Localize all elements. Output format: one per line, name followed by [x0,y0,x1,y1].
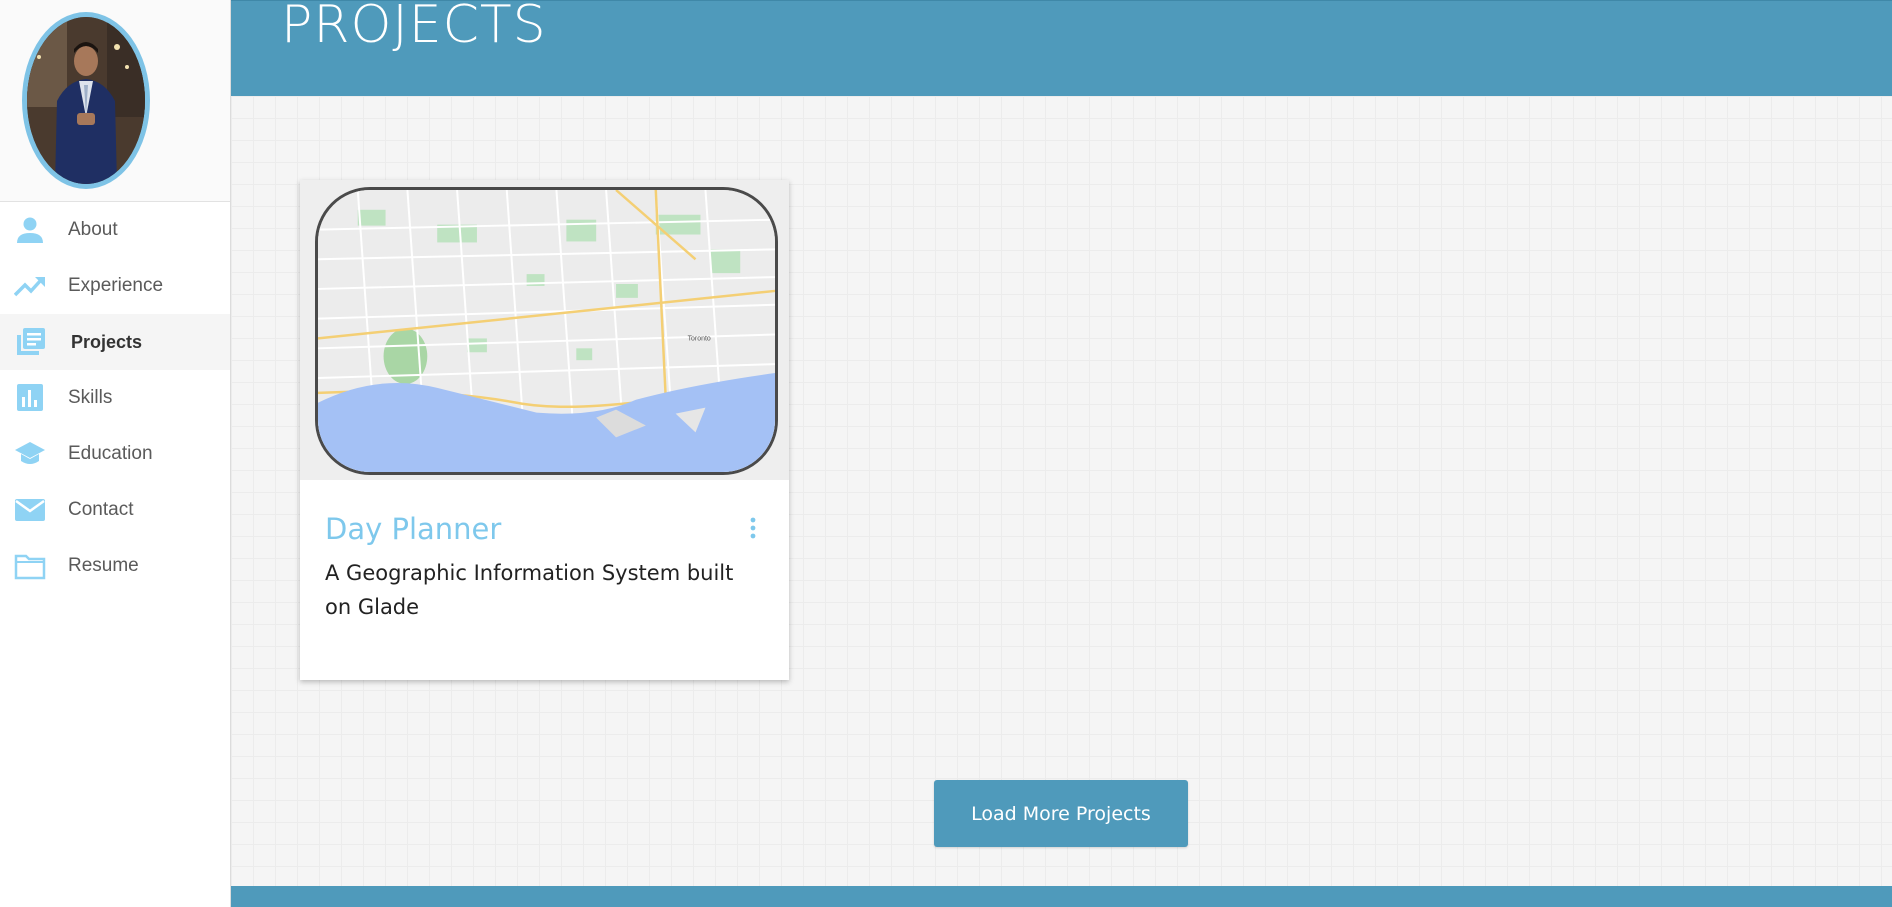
page-header: PROJECTS [231,0,1892,96]
projects-content: Toronto Day Planner A Geographic Informa… [231,96,1892,886]
sidebar-item-contact[interactable]: Contact [0,482,230,538]
project-map-image: Toronto [315,187,778,475]
sidebar-item-experience[interactable]: Experience [0,258,230,314]
page-footer [231,886,1892,907]
library-books-icon [14,327,46,357]
map-city-label: Toronto [688,335,711,342]
sidebar-item-label: About [68,219,118,240]
project-description: A Geographic Information System built on… [325,561,734,619]
trending-up-icon [14,271,46,301]
profile-section [0,0,230,202]
bar-chart-icon [14,383,46,413]
mail-icon [14,495,46,525]
sidebar-item-resume[interactable]: Resume [0,538,230,594]
sidebar-item-about[interactable]: About [0,202,230,258]
sidebar-item-label: Resume [68,555,139,576]
avatar [22,12,150,189]
sidebar-item-education[interactable]: Education [0,426,230,482]
sidebar-item-label: Contact [68,499,134,520]
sidebar-item-projects[interactable]: Projects [0,314,230,370]
project-image-area: Toronto [300,180,789,480]
project-title[interactable]: Day Planner [325,512,501,546]
sidebar-nav: About Experience Projects Skills Educati… [0,202,230,594]
sidebar-item-label: Projects [71,331,143,352]
sidebar-item-label: Skills [68,387,113,408]
load-more-projects-button[interactable]: Load More Projects [934,780,1188,847]
person-icon [14,215,46,245]
folder-icon [14,551,46,581]
school-icon [14,439,46,469]
sidebar-item-label: Experience [68,275,164,296]
sidebar-item-label: Education [68,443,153,464]
page-title: PROJECTS [281,0,547,55]
more-vert-icon[interactable] [746,516,760,540]
project-card[interactable]: Toronto Day Planner A Geographic Informa… [300,180,789,680]
sidebar-item-skills[interactable]: Skills [0,370,230,426]
sidebar: About Experience Projects Skills Educati… [0,0,231,907]
